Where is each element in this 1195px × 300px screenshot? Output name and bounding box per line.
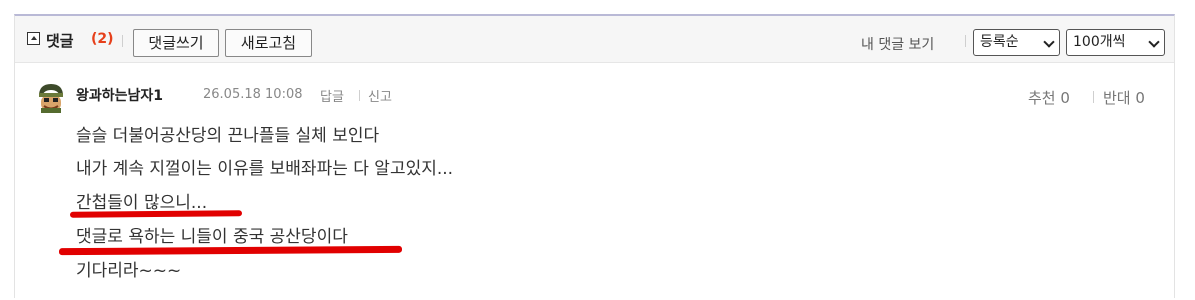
downvote-count: 0 <box>1135 89 1145 107</box>
downvote-label: 반대 <box>1103 89 1131 107</box>
per-page-select[interactable]: 100개씩 <box>1066 29 1165 56</box>
divider <box>965 35 966 47</box>
red-underline-annotation <box>69 210 243 218</box>
upvote-label: 추천 <box>1028 89 1056 107</box>
comment-date: 26.05.18 10:08 <box>203 87 303 102</box>
sort-select[interactable]: 등록순 <box>973 29 1060 56</box>
comment-line: 간첩들이 많으니... <box>76 193 208 213</box>
comment-line: 댓글로 욕하는 니들이 중국 공산당이다 <box>76 227 348 247</box>
my-comments-link[interactable]: 내 댓글 보기 <box>861 34 934 54</box>
refresh-button[interactable]: 새로고침 <box>225 29 312 57</box>
comment-line: 내가 계속 지껄이는 이유를 보배좌파는 다 알고있지... <box>76 159 454 179</box>
per-page-select-value: 100개씩 <box>1073 34 1126 50</box>
upvote-count: 0 <box>1060 89 1070 107</box>
comment-line: 슬슬 더불어공산당의 끈나플들 실체 보인다 <box>76 126 380 146</box>
avatar <box>39 84 63 113</box>
red-underline-annotation <box>58 245 403 256</box>
chevron-down-icon <box>1148 36 1160 48</box>
comments-title: 댓글 <box>46 32 74 50</box>
comment-section: 댓글 (2) 댓글쓰기 새로고침 내 댓글 보기 등록순 100개씩 왕과하는남… <box>14 14 1175 298</box>
divider <box>122 35 123 47</box>
write-comment-button[interactable]: 댓글쓰기 <box>133 29 219 57</box>
comment-author[interactable]: 왕과하는남자1 <box>76 85 163 105</box>
divider <box>1093 91 1094 103</box>
comment-toolbar: 댓글 (2) 댓글쓰기 새로고침 내 댓글 보기 등록순 100개씩 <box>15 16 1174 63</box>
comment-count: (2) <box>91 31 114 47</box>
sort-select-value: 등록순 <box>980 34 1019 50</box>
upvote-button[interactable]: 추천 0 <box>1028 87 1070 108</box>
report-link[interactable]: 신고 <box>368 86 392 105</box>
downvote-button[interactable]: 반대 0 <box>1103 87 1145 108</box>
divider <box>359 90 360 101</box>
chevron-down-icon <box>1043 36 1055 48</box>
reply-link[interactable]: 답글 <box>320 86 344 105</box>
comment-line: 기다리라~~~ <box>76 261 182 281</box>
collapse-toggle-icon[interactable] <box>27 32 40 45</box>
comment-item: 왕과하는남자1 26.05.18 10:08 답글 신고 추천 0 반대 0 슬… <box>15 63 1174 300</box>
